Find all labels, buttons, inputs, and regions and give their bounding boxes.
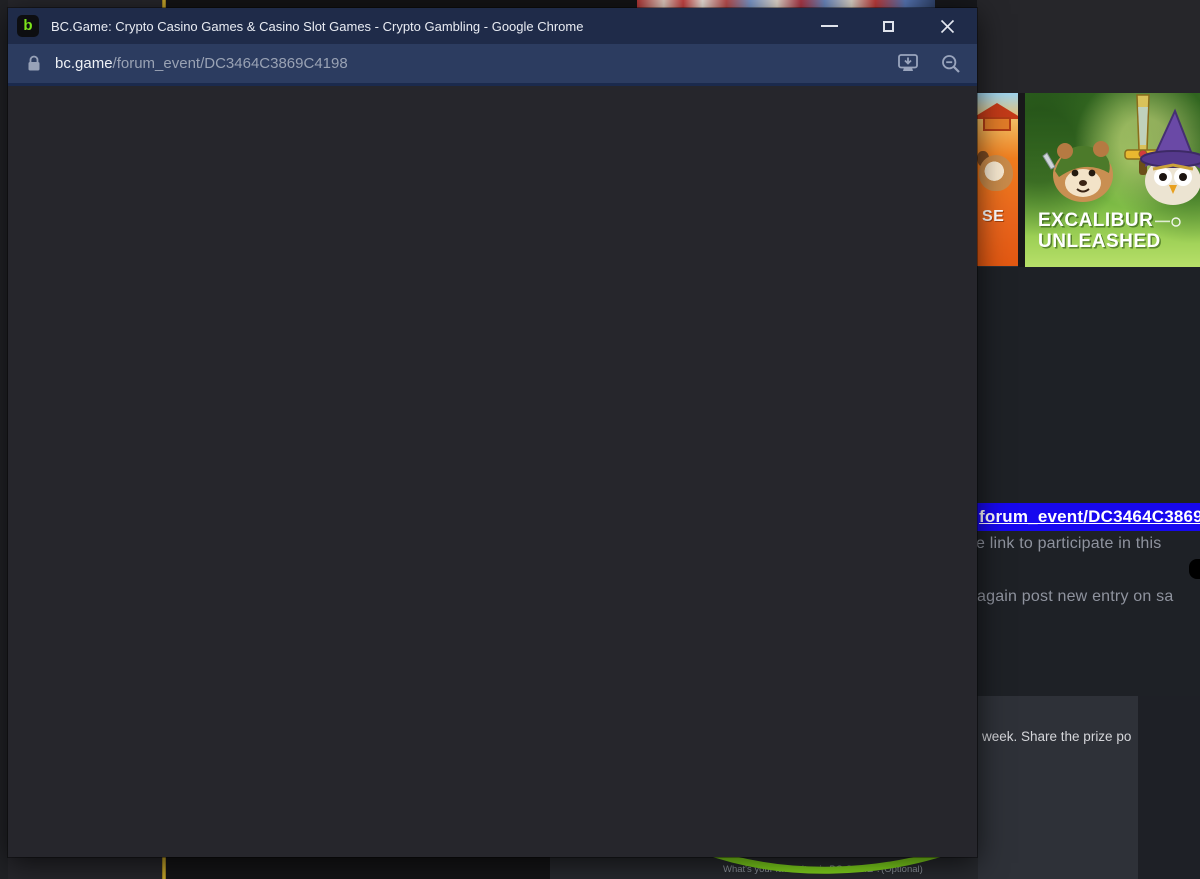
banner-excalibur-title: EXCALIBUR UNLEASHED [1038, 210, 1161, 252]
banner-excalibur-line1: EXCALIBUR [1038, 210, 1161, 231]
top-sliver-banner-art [637, 0, 935, 8]
minimize-icon [821, 25, 838, 27]
prize-pool-text: week. Share the prize po [982, 729, 1131, 744]
pagoda-body-art [983, 117, 1011, 131]
close-icon [940, 19, 955, 34]
address-bar[interactable]: bc.game/forum_event/DC3464C3869C4198 [8, 44, 977, 86]
url-host: bc.game [55, 55, 113, 72]
top-sliver-dark [166, 0, 637, 8]
forum-event-link[interactable]: forum_event/DC3464C3869 [977, 507, 1200, 527]
url-path: /forum_event/DC3464C3869C4198 [113, 55, 348, 72]
collapsed-widget-tab[interactable] [1189, 559, 1200, 579]
dog-character-art [979, 155, 1013, 191]
send-to-device-icon[interactable] [896, 53, 920, 75]
prize-pool-panel: week. Share the prize po [978, 696, 1138, 879]
zoom-out-magnifier-icon[interactable] [941, 54, 961, 74]
page-mid-right-background [977, 267, 1200, 696]
page-top-right-background [977, 0, 1200, 93]
window-titlebar[interactable]: b BC.Game: Crypto Casino Games & Casino … [8, 8, 977, 44]
banner-excalibur-line2: UNLEASHED [1038, 231, 1161, 252]
lock-icon[interactable] [27, 55, 41, 72]
maximize-button[interactable] [859, 8, 918, 44]
top-sliver-dark-right [935, 0, 977, 8]
omnibox-actions [896, 53, 961, 75]
window-controls [800, 8, 977, 44]
banner-orange-label: SE [982, 208, 1004, 226]
favicon-glyph: b [23, 18, 32, 33]
close-button[interactable] [918, 8, 977, 44]
browser-viewport-loading[interactable] [8, 86, 977, 857]
window-title: BC.Game: Crypto Casino Games & Casino Sl… [51, 19, 583, 34]
url-text: bc.game/forum_event/DC3464C3869C4198 [55, 55, 348, 72]
bcgame-favicon-icon: b [17, 15, 39, 37]
screenshot-root: SE [0, 0, 1200, 879]
page-left-edge [0, 0, 8, 879]
maximize-icon [883, 21, 894, 32]
banner-game-excalibur[interactable]: EXCALIBUR UNLEASHED [1025, 93, 1200, 268]
minimize-button[interactable] [800, 8, 859, 44]
game-provider-logo-icon [1155, 217, 1181, 227]
browser-window: b BC.Game: Crypto Casino Games & Casino … [8, 8, 977, 857]
text-fragment-participate: e link to participate in this [976, 535, 1200, 553]
text-fragment-post: again post new entry on sa [977, 588, 1200, 606]
selected-link-highlight: forum_event/DC3464C3869 [977, 503, 1200, 531]
banner-gap [1018, 93, 1025, 268]
banner-game-orange[interactable]: SE [977, 93, 1018, 266]
